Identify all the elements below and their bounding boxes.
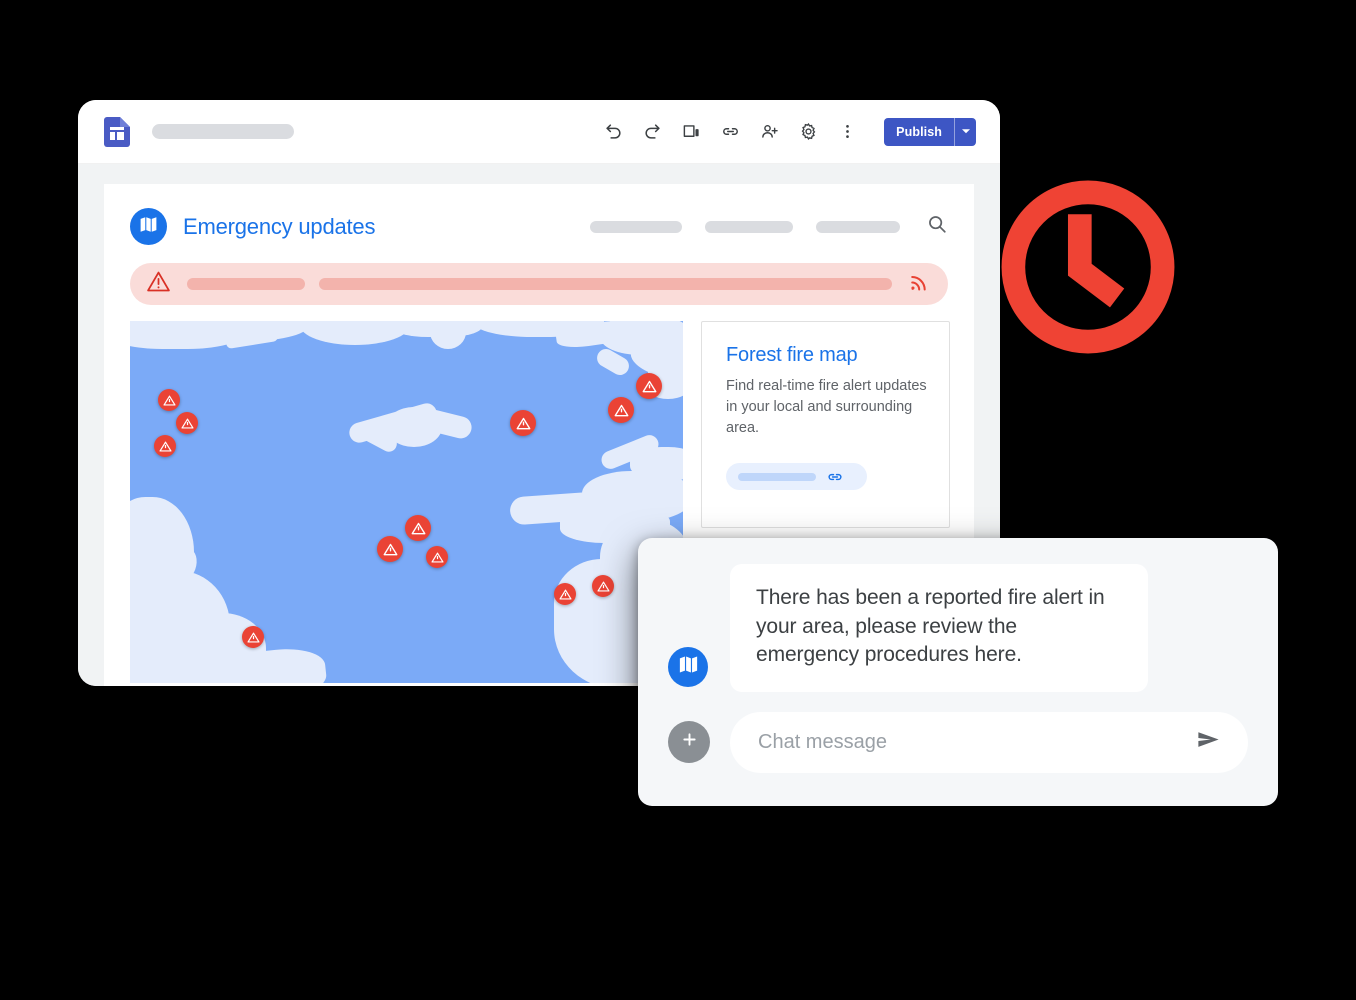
clock-graphic bbox=[997, 176, 1179, 358]
share-button[interactable] bbox=[754, 117, 784, 147]
chat-message-row: There has been a reported fire alert in … bbox=[668, 564, 1248, 692]
warning-triangle-icon bbox=[146, 269, 171, 299]
avatar bbox=[668, 646, 708, 687]
page-title: Emergency updates bbox=[183, 213, 376, 239]
undo-button[interactable] bbox=[598, 117, 628, 147]
map-alert-pin[interactable] bbox=[158, 389, 180, 411]
more-vert-icon bbox=[838, 122, 857, 141]
google-sites-icon bbox=[104, 116, 130, 147]
redo-button[interactable] bbox=[637, 117, 667, 147]
site-brand-logo bbox=[130, 208, 167, 245]
map-icon bbox=[138, 214, 159, 240]
card-link-placeholder bbox=[738, 472, 816, 481]
nav-item-2[interactable] bbox=[705, 220, 793, 233]
link-icon bbox=[721, 122, 740, 141]
forest-fire-map-card: Forest fire map Find real-time fire aler… bbox=[701, 321, 950, 528]
preview-button[interactable] bbox=[676, 117, 706, 147]
map-alert-pin[interactable] bbox=[592, 575, 614, 597]
alert-text-placeholder-short bbox=[187, 278, 305, 290]
chat-widget: There has been a reported fire alert in … bbox=[638, 538, 1278, 806]
send-icon bbox=[1195, 726, 1222, 758]
more-options-button[interactable] bbox=[832, 117, 862, 147]
undo-icon bbox=[604, 122, 623, 141]
editor-toolbar: Publish bbox=[78, 100, 1000, 164]
chat-input-row bbox=[668, 711, 1248, 773]
map-alert-pin[interactable] bbox=[377, 536, 403, 562]
chat-message-bubble: There has been a reported fire alert in … bbox=[730, 564, 1148, 692]
map-alert-pin[interactable] bbox=[510, 410, 536, 436]
card-body-text: Find real-time fire alert updates in you… bbox=[726, 378, 927, 437]
chat-input-wrapper[interactable] bbox=[730, 711, 1248, 773]
redo-icon bbox=[643, 122, 662, 141]
add-attachment-button[interactable] bbox=[668, 721, 710, 764]
plus-icon bbox=[680, 730, 699, 754]
map-alert-pin[interactable] bbox=[636, 373, 662, 399]
chat-input[interactable] bbox=[758, 730, 1185, 754]
map-alert-pin[interactable] bbox=[154, 435, 176, 457]
add-person-icon bbox=[760, 122, 779, 141]
nav-item-3[interactable] bbox=[816, 220, 900, 233]
landmass-shape bbox=[430, 321, 466, 349]
preview-device-icon bbox=[682, 122, 701, 141]
card-link-button[interactable] bbox=[726, 463, 867, 491]
search-button[interactable] bbox=[926, 213, 948, 240]
publish-dropdown-button[interactable] bbox=[954, 117, 976, 146]
rss-feed-button[interactable] bbox=[908, 271, 930, 298]
rss-icon bbox=[908, 271, 930, 298]
publish-group: Publish bbox=[884, 117, 976, 146]
map-alert-pin[interactable] bbox=[608, 397, 634, 423]
send-button[interactable] bbox=[1195, 726, 1222, 758]
nav-item-1[interactable] bbox=[590, 220, 682, 233]
toolbar-actions: Publish bbox=[598, 117, 976, 147]
screen: Publish Emergency updates Forest fire ma… bbox=[0, 0, 1356, 1000]
emergency-alert-banner[interactable] bbox=[130, 263, 948, 305]
map-alert-pin[interactable] bbox=[242, 626, 264, 648]
clock-icon bbox=[997, 180, 1179, 362]
map-alert-pin[interactable] bbox=[176, 412, 198, 434]
publish-button[interactable]: Publish bbox=[884, 118, 954, 146]
link-icon bbox=[826, 468, 844, 486]
alert-text-placeholder-long bbox=[319, 278, 892, 290]
copy-link-button[interactable] bbox=[715, 117, 745, 147]
search-icon bbox=[926, 213, 948, 240]
map-alert-pin[interactable] bbox=[554, 583, 576, 605]
settings-button[interactable] bbox=[793, 117, 823, 147]
chevron-down-icon bbox=[961, 123, 971, 141]
card-title: Forest fire map bbox=[726, 344, 858, 366]
gear-icon bbox=[799, 122, 818, 141]
map-icon bbox=[677, 653, 700, 681]
site-header: Emergency updates bbox=[104, 184, 974, 255]
map-alert-pin[interactable] bbox=[426, 546, 448, 568]
site-title-input[interactable] bbox=[152, 124, 294, 139]
map-alert-pin[interactable] bbox=[405, 515, 431, 541]
fire-alert-map[interactable] bbox=[130, 321, 683, 683]
